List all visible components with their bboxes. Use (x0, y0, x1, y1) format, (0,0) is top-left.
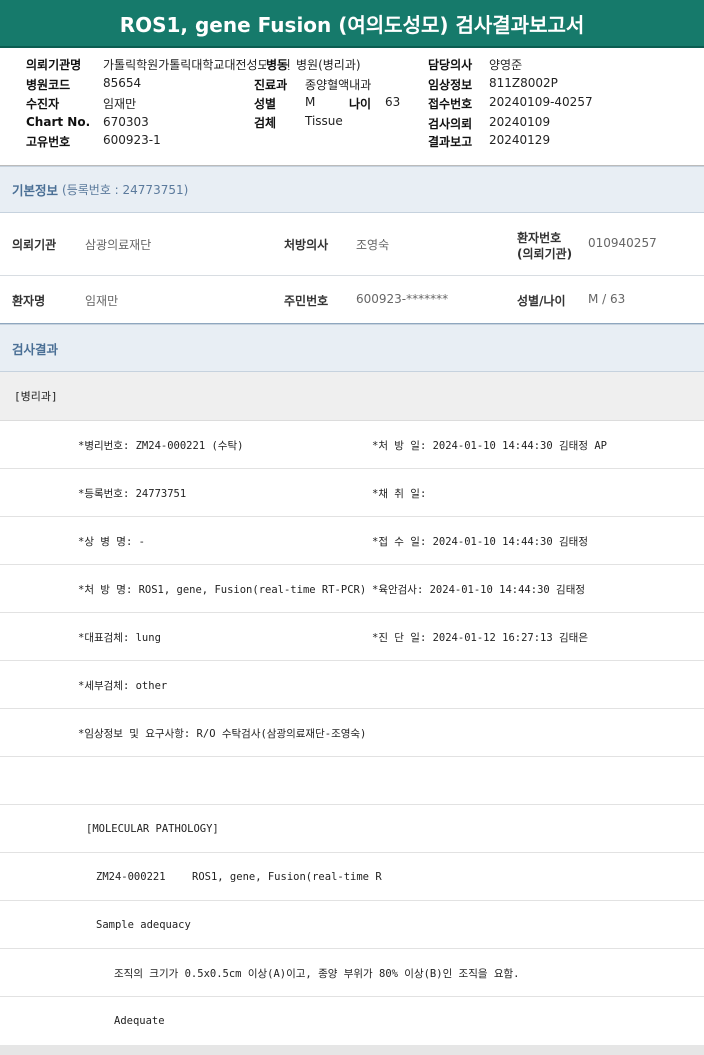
org-label: 의뢰기관 (12, 238, 57, 252)
result-row: *임상정보 및 요구사항: R/O 수탁검사(삼광의료재단-조영숙) (0, 709, 704, 757)
result-row: *처 방 명: ROS1, gene, Fusion(real-time RT-… (0, 565, 704, 613)
molecular-heading-row: [MOLECULAR PATHOLOGY] (0, 805, 704, 853)
examinee-value: 임재만 (103, 97, 137, 111)
result-right: *채 취 일: (372, 487, 427, 500)
result-left: *병리번호: ZM24-000221 (수탁) (78, 439, 244, 452)
doctor-value: 양영준 (489, 58, 523, 72)
report-title: ROS1, gene Fusion (여의도성모) 검사결과보고서 (0, 0, 704, 48)
dept-value: 종양혈액내과 (305, 78, 372, 92)
examinee-label: 수진자 (26, 97, 60, 111)
result-date-value: 20240129 (489, 133, 551, 147)
prescriber-value: 조영숙 (356, 238, 390, 252)
hospital-code-value: 85654 (103, 76, 142, 90)
request-label: 검사의뢰 (428, 117, 473, 131)
ward-label: 병동 (266, 56, 289, 73)
results-title: 검사결과 (12, 341, 59, 357)
result-right: *육안검사: 2024-01-10 14:44:30 김태정 (372, 583, 586, 596)
result-left: *임상정보 및 요구사항: R/O 수탁검사(삼광의료재단-조영숙) (78, 727, 367, 740)
result-date-label: 결과보고 (428, 135, 473, 149)
sex-label: 성별 (254, 97, 277, 111)
adequacy-heading: Sample adequacy (96, 919, 191, 931)
basic-info-row-2: 환자명 임재만 주민번호 600923-******* 성별/나이 M / 63 (0, 276, 704, 324)
result-row: *세부검체: other (0, 661, 704, 709)
patient-no-label: 환자번호 (517, 231, 562, 245)
result-row: *상 병 명: - *접 수 일: 2024-01-10 14:44:30 김태… (0, 517, 704, 565)
specimen-value: Tissue (305, 114, 343, 128)
department-tag: [병리과] (0, 372, 704, 421)
clinical-label: 임상정보 (428, 78, 473, 92)
basic-info-row-1: 의뢰기관 삼광의료재단 처방의사 조영숙 환자번호 (의뢰기관) 0109402… (0, 213, 704, 276)
basic-info-heading: 기본정보 (등록번호 : 24773751) (0, 166, 704, 213)
patient-no-sublabel: (의뢰기관) (517, 247, 573, 261)
ward-value: 병원(병리과) (296, 58, 361, 72)
specimen-label: 검체 (254, 116, 277, 130)
department-tag-text: [병리과] (14, 390, 58, 403)
result-left: *상 병 명: - (78, 535, 145, 548)
registration-number: (등록번호 : 24773751) (62, 183, 189, 197)
sex-age-value: M / 63 (588, 292, 626, 306)
institution-label: 의뢰기관명 (26, 58, 82, 72)
org-value: 삼광의료재단 (85, 238, 152, 252)
adequacy-criteria: 조직의 크기가 0.5x0.5cm 이상(A)이고, 종양 부위가 80% 이상… (114, 967, 520, 980)
result-left: *세부검체: other (78, 679, 168, 692)
resident-no-label: 주민번호 (284, 294, 329, 308)
age-value: 63 (385, 95, 401, 109)
receipt-label: 접수번호 (428, 97, 473, 111)
scroll-footer (0, 1045, 704, 1055)
clinical-value: 811Z8002P (489, 76, 558, 90)
doctor-label: 담당의사 (428, 58, 473, 72)
result-right: *진 단 일: 2024-01-12 16:27:13 김태은 (372, 631, 588, 644)
blank-row (0, 757, 704, 805)
result-row: *병리번호: ZM24-000221 (수탁) *처 방 일: 2024-01-… (0, 421, 704, 469)
case-row: ZM24-000221 ROS1, gene, Fusion(real-time… (0, 853, 704, 901)
receipt-value: 20240109-40257 (489, 95, 593, 109)
resident-no-value: 600923-******* (356, 292, 449, 306)
result-row: *등록번호: 24773751 *채 취 일: (0, 469, 704, 517)
result-right: *접 수 일: 2024-01-10 14:44:30 김태정 (372, 535, 588, 548)
patient-name-label: 환자명 (12, 294, 46, 308)
age-label: 나이 (349, 97, 372, 111)
institution-value: 가톨릭학원가톨릭대학교대전성모병원 (103, 58, 291, 72)
adequacy-heading-row: Sample adequacy (0, 901, 704, 949)
case-test: ROS1, gene, Fusion(real-time R (192, 871, 382, 883)
dept-label: 진료과 (254, 78, 288, 92)
chart-no-value: 670303 (103, 115, 149, 129)
result-right: *처 방 일: 2024-01-10 14:44:30 김태정 AP (372, 439, 607, 452)
chart-no-label: Chart No. (26, 115, 91, 129)
case-id: ZM24-000221 (96, 871, 166, 883)
patient-name-value: 임재만 (85, 294, 119, 308)
sex-value: M (305, 95, 316, 109)
results-heading: 검사결과 (0, 324, 704, 372)
result-left: *등록번호: 24773751 (78, 487, 187, 500)
adequacy-result-row: Adequate (0, 997, 704, 1045)
molecular-heading: [MOLECULAR PATHOLOGY] (86, 823, 219, 835)
sex-age-label: 성별/나이 (517, 294, 566, 308)
result-left: *처 방 명: ROS1, gene, Fusion(real-time RT-… (78, 583, 367, 596)
adequacy-result: Adequate (114, 1015, 165, 1027)
prescriber-label: 처방의사 (284, 238, 329, 252)
patient-no-value: 010940257 (588, 236, 657, 250)
adequacy-criteria-row: 조직의 크기가 0.5x0.5cm 이상(A)이고, 종양 부위가 80% 이상… (0, 949, 704, 997)
unique-no-label: 고유번호 (26, 135, 71, 149)
result-row: *대표검체: lung *진 단 일: 2024-01-12 16:27:13 … (0, 613, 704, 661)
hospital-code-label: 병원코드 (26, 78, 71, 92)
request-value: 20240109 (489, 115, 551, 129)
basic-info-title: 기본정보 (12, 183, 59, 198)
unique-no-value: 600923-1 (103, 133, 161, 147)
report-header: 의뢰기관명 가톨릭학원가톨릭대학교대전성모병원 병원코드 85654 수진자 임… (0, 48, 704, 166)
result-left: *대표검체: lung (78, 631, 161, 644)
